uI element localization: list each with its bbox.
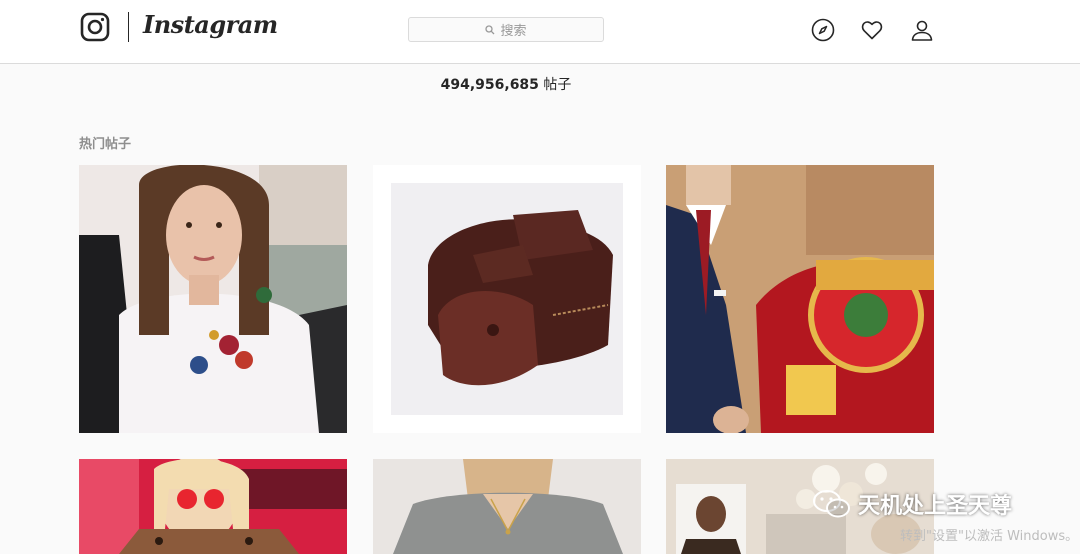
post-thumbnail[interactable] bbox=[79, 459, 347, 554]
watermark-brand: 天机处上圣天尊 bbox=[812, 488, 1012, 520]
post-count-number: 494,956,685 bbox=[440, 77, 539, 93]
post-thumbnail[interactable] bbox=[666, 165, 934, 433]
logo-divider bbox=[128, 12, 129, 42]
post-count-suffix: 帖子 bbox=[543, 77, 572, 93]
post-photo-woman-sunglasses bbox=[79, 459, 347, 554]
search-placeholder: 搜索 bbox=[500, 24, 527, 39]
post-photo-woman-embroidered-shirt bbox=[79, 165, 347, 433]
post-thumbnail[interactable] bbox=[373, 165, 641, 433]
top-posts-heading: 热门帖子 bbox=[79, 137, 132, 152]
profile-icon[interactable] bbox=[910, 18, 934, 42]
post-count-line: 494,956,685 帖子 bbox=[0, 74, 1012, 94]
post-thumbnail[interactable] bbox=[79, 165, 347, 433]
top-navigation-bar: Instagram 搜索 bbox=[0, 0, 1080, 64]
camera-icon[interactable] bbox=[80, 12, 110, 42]
explore-compass-icon[interactable] bbox=[811, 18, 835, 42]
search-icon bbox=[485, 24, 495, 34]
post-photo-suit-ornate-cart bbox=[666, 165, 934, 433]
wechat-icon bbox=[813, 490, 850, 518]
heart-icon[interactable] bbox=[860, 18, 884, 42]
windows-activation-watermark: 转到"设置"以激活 Windows。 bbox=[900, 529, 1079, 544]
post-photo-woman-grey-top bbox=[373, 459, 641, 554]
search-input[interactable]: 搜索 bbox=[408, 17, 604, 42]
instagram-logo[interactable]: Instagram bbox=[143, 10, 278, 39]
post-thumbnail[interactable] bbox=[373, 459, 641, 554]
watermark-brand-text: 天机处上圣天尊 bbox=[858, 494, 1013, 519]
post-photo-leather-bag bbox=[373, 165, 641, 433]
